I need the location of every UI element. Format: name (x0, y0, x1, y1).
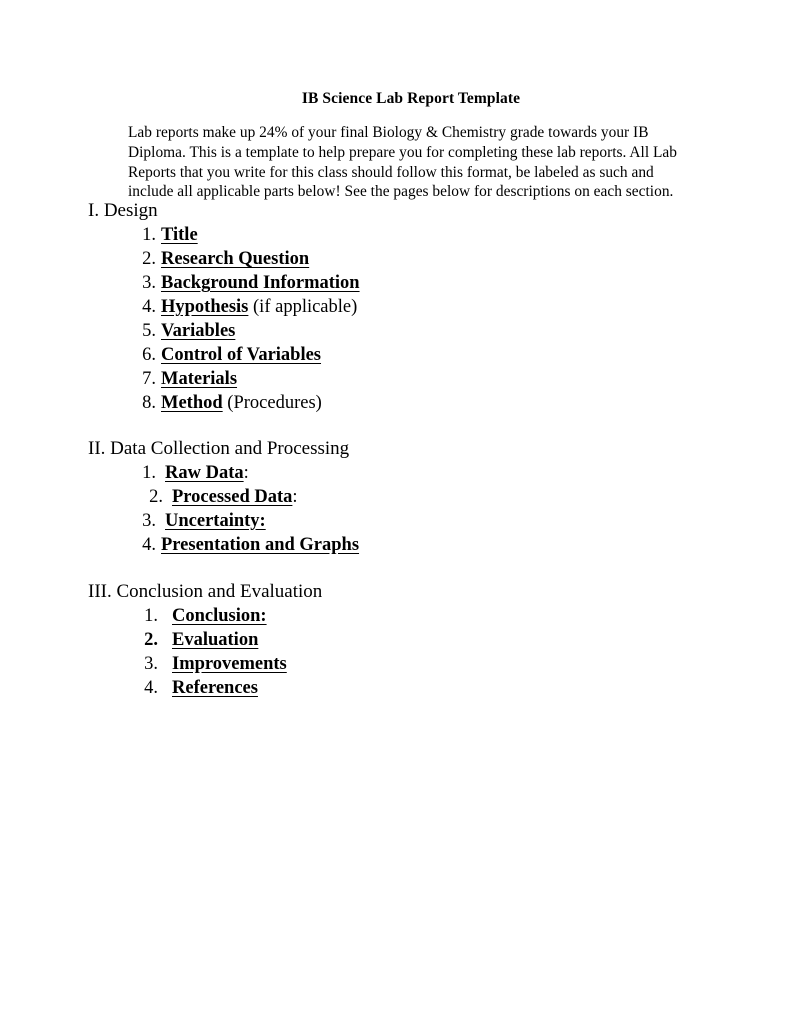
page-title: IB Science Lab Report Template (301, 90, 521, 107)
list-item-label: Variables (161, 321, 236, 341)
list-item: 3. Improvements (88, 652, 708, 676)
conclusion-item-list: 1. Conclusion: 2. Evaluation 3. Improvement… (88, 604, 708, 700)
list-marker: 3. (142, 273, 156, 293)
data-collection-item-list: 1. Raw Data: 2. Processed Data: 3. Uncertai… (88, 461, 708, 557)
section-heading-data-collection: II. Data Collection and Processing (88, 438, 350, 459)
list-item-label: Hypothesis (161, 297, 249, 317)
list-item-label: Improvements (172, 654, 287, 674)
list-marker: 8. (142, 393, 156, 413)
list-item-label: Background Information (161, 273, 360, 293)
section-heading-conclusion-evaluation: III. Conclusion and Evaluation (88, 581, 323, 602)
section-design: I. Design 1. Title 2. Research Question 3.… (88, 199, 708, 415)
list-item-suffix: (Procedures) (222, 393, 322, 413)
list-item-label: Method (161, 393, 223, 413)
list-marker: 2. (144, 630, 158, 650)
list-marker: 2. (149, 487, 163, 507)
list-item-label: Uncertainty: (165, 511, 266, 531)
list-item-suffix: : (292, 487, 298, 507)
list-item: 1. Title (88, 223, 708, 247)
list-marker: 1. (142, 225, 156, 245)
list-item-label: Control of Variables (161, 345, 322, 365)
list-item: 2. Evaluation (88, 628, 708, 652)
section-heading-design: I. Design (88, 200, 158, 221)
list-item: 8. Method (Procedures) (88, 391, 708, 415)
list-item-label: Research Question (161, 249, 310, 269)
list-item-label: Raw Data (165, 463, 244, 483)
list-item: 6. Control of Variables (88, 343, 708, 367)
list-marker: 2. (142, 249, 156, 269)
design-item-list: 1. Title 2. Research Question 3. Background… (88, 223, 708, 415)
list-item: 4. References (88, 676, 708, 700)
list-item-label: Evaluation (172, 630, 259, 650)
list-marker: 7. (142, 369, 156, 389)
list-marker: 1. (144, 606, 158, 626)
list-item: 5. Variables (88, 319, 708, 343)
list-item-label: Processed Data (172, 487, 293, 507)
list-marker: 1. (142, 463, 156, 483)
list-marker: 3. (142, 511, 156, 531)
list-item-label: Materials (161, 369, 238, 389)
list-marker: 4. (142, 535, 156, 555)
list-item-label: Presentation and Graphs (161, 535, 360, 555)
list-item: 1. Conclusion: (88, 604, 708, 628)
section-data-collection: II. Data Collection and Processing 1. Raw… (88, 437, 708, 557)
list-marker: 3. (144, 654, 158, 674)
list-marker: 5. (142, 321, 156, 341)
intro-paragraph: Lab reports make up 24% of your final Bi… (128, 124, 678, 201)
list-item-suffix: (if applicable) (248, 297, 358, 317)
list-item-label: Title (161, 225, 198, 245)
list-item-label: Conclusion: (172, 606, 267, 626)
list-marker: 6. (142, 345, 156, 365)
list-item: 4. Hypothesis (if applicable) (88, 295, 708, 319)
list-item: 1. Raw Data: (88, 461, 708, 485)
section-conclusion-evaluation: III. Conclusion and Evaluation 1. Conclus… (88, 580, 708, 700)
list-item: 3. Background Information (88, 271, 708, 295)
list-item: 4. Presentation and Graphs (88, 533, 708, 557)
list-item: 3. Uncertainty: (88, 509, 708, 533)
list-item-label: References (172, 678, 258, 698)
list-item-suffix: : (243, 463, 249, 483)
list-item: 2. Research Question (88, 247, 708, 271)
list-marker: 4. (142, 297, 156, 317)
document-page: IB Science Lab Report Template Lab repor… (0, 0, 791, 1024)
list-item: 7. Materials (88, 367, 708, 391)
list-marker: 4. (144, 678, 158, 698)
list-item: 2. Processed Data: (88, 485, 708, 509)
